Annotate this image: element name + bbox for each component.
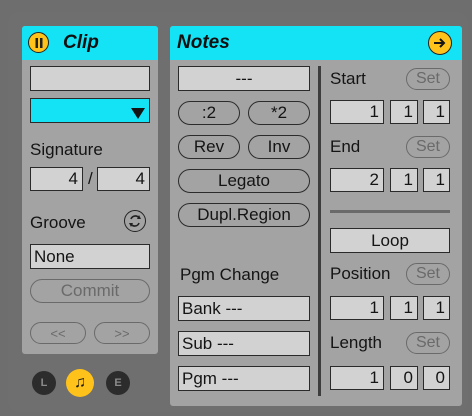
length-set-button[interactable]: Set (406, 332, 450, 354)
sub-bank-field[interactable]: Sub --- (178, 331, 310, 356)
end-sixteenth-field[interactable]: 1 (423, 168, 450, 192)
groove-hot-swap-icon[interactable] (124, 210, 146, 232)
groove-label: Groove (30, 213, 86, 232)
end-beat-field[interactable]: 1 (390, 168, 418, 192)
clip-panel: Clip Signature 4 / 4 Groove None Commit … (22, 26, 158, 354)
signature-denominator-field[interactable]: 4 (97, 167, 150, 191)
bank-field[interactable]: Bank --- (178, 296, 310, 321)
nudge-forward-button[interactable]: >> (94, 322, 150, 344)
launch-tab-label: L (40, 377, 48, 389)
clip-view: Clip Signature 4 / 4 Groove None Commit … (8, 12, 468, 412)
commit-button[interactable]: Commit (30, 279, 150, 303)
start-bar-field[interactable]: 1 (330, 100, 384, 124)
notes-panel: Notes --- :2 *2 Rev Inv Legato Dupl.Regi… (170, 26, 462, 406)
clip-header: Clip (22, 26, 158, 60)
clip-name-field[interactable] (30, 66, 150, 91)
position-beat-field[interactable]: 1 (390, 296, 418, 320)
start-beat-field[interactable]: 1 (390, 100, 418, 124)
nudge-back-button[interactable]: << (30, 322, 86, 344)
signature-separator: / (88, 169, 93, 188)
program-change-label: Pgm Change (180, 265, 280, 284)
position-set-button[interactable]: Set (406, 263, 450, 285)
signature-numerator-field[interactable]: 4 (30, 167, 83, 191)
notes-header: Notes (170, 26, 462, 60)
length-beat-field[interactable]: 0 (390, 366, 418, 390)
invert-button[interactable]: Inv (248, 135, 310, 159)
clip-color-dropdown[interactable] (30, 98, 150, 123)
duplicate-region-button[interactable]: Dupl.Region (178, 203, 310, 227)
length-bar-field[interactable]: 1 (330, 366, 384, 390)
envelopes-tab-icon[interactable]: E (106, 371, 130, 395)
end-bar-field[interactable]: 2 (330, 168, 384, 192)
start-label: Start (330, 69, 366, 88)
end-set-button[interactable]: Set (406, 136, 450, 158)
length-sixteenth-field[interactable]: 0 (423, 366, 450, 390)
transpose-field[interactable]: --- (178, 66, 310, 91)
length-label: Length (330, 333, 382, 352)
notes-title: Notes (177, 32, 230, 53)
loop-button[interactable]: Loop (330, 228, 450, 253)
groove-selector[interactable]: None (30, 244, 150, 269)
notes-tab-label: ♫ (74, 374, 86, 391)
loop-separator (330, 210, 450, 213)
notes-tab-icon[interactable]: ♫ (66, 369, 94, 397)
position-sixteenth-field[interactable]: 1 (423, 296, 450, 320)
legato-button[interactable]: Legato (178, 169, 310, 193)
signature-label: Signature (30, 140, 103, 159)
arrow-right-icon[interactable] (428, 31, 452, 55)
start-set-button[interactable]: Set (406, 68, 450, 90)
envelopes-tab-label: E (114, 377, 122, 389)
start-sixteenth-field[interactable]: 1 (423, 100, 450, 124)
position-bar-field[interactable]: 1 (330, 296, 384, 320)
launch-tab-icon[interactable]: L (32, 371, 56, 395)
clip-activator-icon[interactable] (28, 32, 49, 53)
reverse-button[interactable]: Rev (178, 135, 240, 159)
clip-title: Clip (63, 32, 99, 53)
chevron-down-icon (131, 106, 145, 124)
program-field[interactable]: Pgm --- (178, 366, 310, 391)
end-label: End (330, 137, 361, 156)
double-length-button[interactable]: *2 (248, 101, 310, 125)
column-divider (318, 66, 321, 396)
half-length-button[interactable]: :2 (178, 101, 240, 125)
position-label: Position (330, 264, 391, 283)
